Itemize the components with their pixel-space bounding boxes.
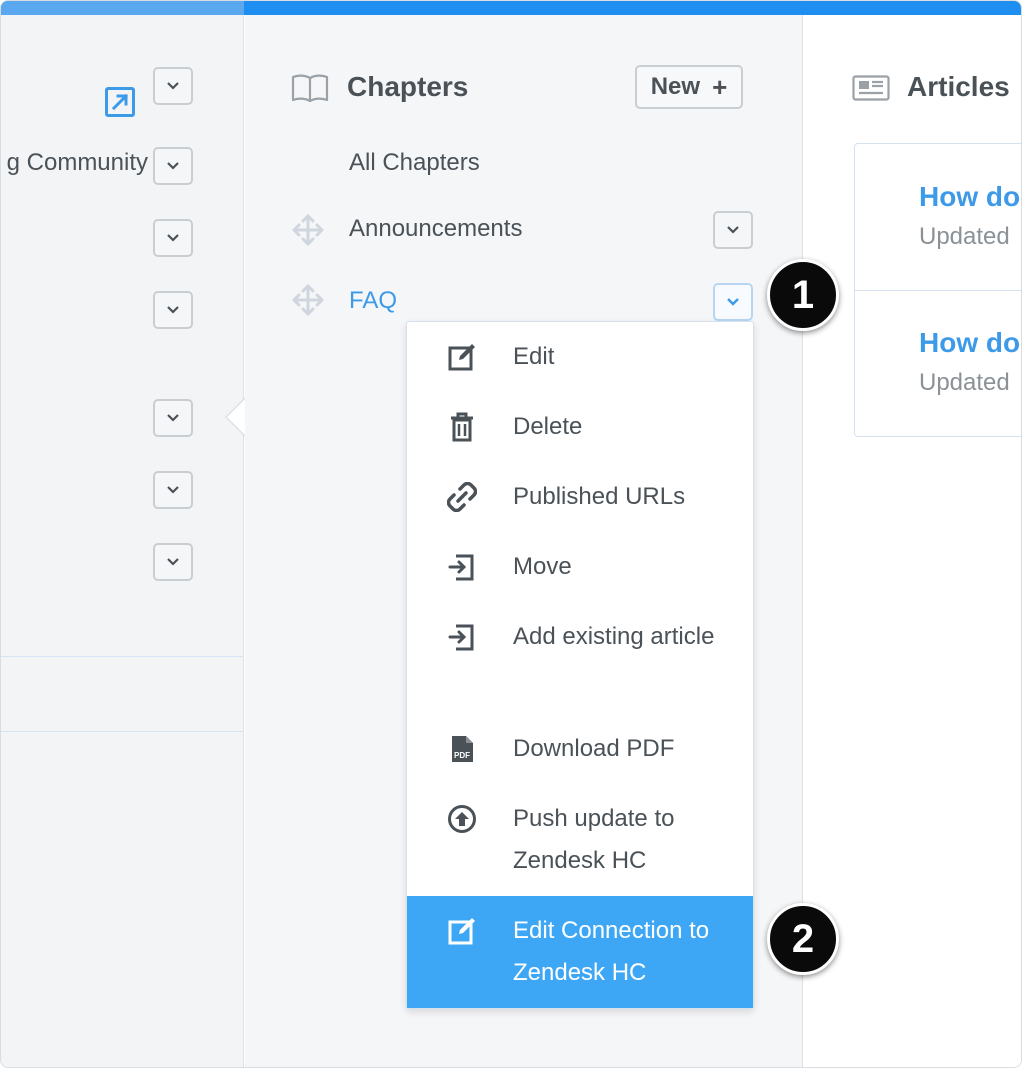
- selection-pointer-inner: [227, 399, 245, 435]
- chapter-item-announcements[interactable]: Announcements: [349, 215, 522, 243]
- article-title-link[interactable]: How do: [919, 327, 1020, 359]
- move-in-icon: [447, 552, 477, 582]
- pdf-icon: PDF: [447, 734, 477, 764]
- divider: [1, 731, 244, 732]
- chapter-announcements-menu-button[interactable]: [713, 211, 753, 249]
- external-link-icon[interactable]: [105, 87, 135, 117]
- callout-badge-1: 1: [767, 259, 839, 331]
- top-accent-bar-left: [1, 1, 244, 15]
- chevron-down-icon: [167, 558, 179, 566]
- left-item-menu-button-6[interactable]: [153, 471, 193, 509]
- left-item-menu-button-2[interactable]: [153, 147, 193, 185]
- menu-item-label: Delete: [513, 413, 583, 440]
- menu-item-label: Edit Connection to Zendesk HC: [513, 917, 710, 986]
- callout-badge-2: 2: [767, 903, 839, 975]
- divider: [1, 656, 244, 657]
- article-title-link[interactable]: How do: [919, 181, 1020, 213]
- chevron-down-icon: [727, 298, 739, 306]
- chapter-item-faq[interactable]: FAQ: [349, 287, 397, 315]
- left-panel: g Community: [1, 15, 244, 1067]
- menu-item-label: Published URLs: [513, 483, 686, 510]
- articles-title: Articles: [907, 71, 1010, 102]
- menu-item-label: Download PDF: [513, 735, 675, 762]
- new-button-label: New: [650, 73, 701, 100]
- svg-text:PDF: PDF: [454, 751, 470, 760]
- chevron-down-icon: [167, 306, 179, 314]
- article-updated: Updated: [919, 223, 1010, 250]
- menu-item-move[interactable]: Move: [407, 546, 753, 616]
- left-item-label[interactable]: g Community: [7, 149, 148, 177]
- drag-handle-icon[interactable]: [291, 213, 325, 247]
- chevron-down-icon: [167, 162, 179, 170]
- drag-handle-icon[interactable]: [291, 283, 325, 317]
- menu-item-edit[interactable]: Edit: [407, 336, 753, 406]
- chevron-down-icon: [167, 486, 179, 494]
- new-chapter-button[interactable]: New +: [635, 65, 743, 109]
- chevron-down-icon: [727, 226, 739, 234]
- left-item-menu-button-4[interactable]: [153, 291, 193, 329]
- menu-item-label: Add existing article: [513, 623, 715, 650]
- chevron-down-icon: [167, 414, 179, 422]
- chapters-title: Chapters: [347, 71, 469, 102]
- top-accent-bar: [1, 1, 1021, 15]
- chapter-faq-menu-button[interactable]: [713, 283, 753, 321]
- left-item-menu-button-3[interactable]: [153, 219, 193, 257]
- edit-icon: [447, 342, 477, 372]
- menu-item-add-existing-article[interactable]: Add existing article: [407, 616, 753, 728]
- menu-item-delete[interactable]: Delete: [407, 406, 753, 476]
- menu-item-push-update[interactable]: Push update to Zendesk HC: [407, 798, 753, 898]
- chevron-down-icon: [167, 234, 179, 242]
- left-item-menu-button-5[interactable]: [153, 399, 193, 437]
- menu-item-download-pdf[interactable]: PDF Download PDF: [407, 728, 753, 798]
- chapter-dropdown-menu: Edit Delete Published URLs Move Add exis…: [406, 321, 754, 1009]
- all-chapters-link[interactable]: All Chapters: [349, 149, 480, 177]
- article-updated: Updated: [919, 369, 1010, 396]
- menu-item-label: Push update to Zendesk HC: [513, 805, 675, 874]
- menu-item-label: Edit: [513, 343, 555, 370]
- link-icon: [447, 482, 477, 512]
- upload-icon: [447, 804, 477, 834]
- newspaper-icon: [852, 75, 890, 101]
- add-article-icon: [447, 622, 477, 652]
- menu-item-edit-connection[interactable]: Edit Connection to Zendesk HC: [407, 896, 753, 1008]
- menu-item-published-urls[interactable]: Published URLs: [407, 476, 753, 546]
- trash-icon: [447, 412, 477, 442]
- edit-icon: [447, 916, 477, 946]
- chevron-down-icon: [167, 82, 179, 90]
- left-item-menu-button-7[interactable]: [153, 543, 193, 581]
- divider: [855, 290, 1021, 291]
- app-window: g Community Chapters New + All Chapters …: [0, 0, 1022, 1068]
- book-icon: [291, 74, 329, 103]
- plus-icon: +: [712, 71, 728, 102]
- menu-item-label: Move: [513, 553, 572, 580]
- articles-panel: Articles How do Updated How do Updated: [804, 15, 1021, 1067]
- left-item-menu-button-1[interactable]: [153, 67, 193, 105]
